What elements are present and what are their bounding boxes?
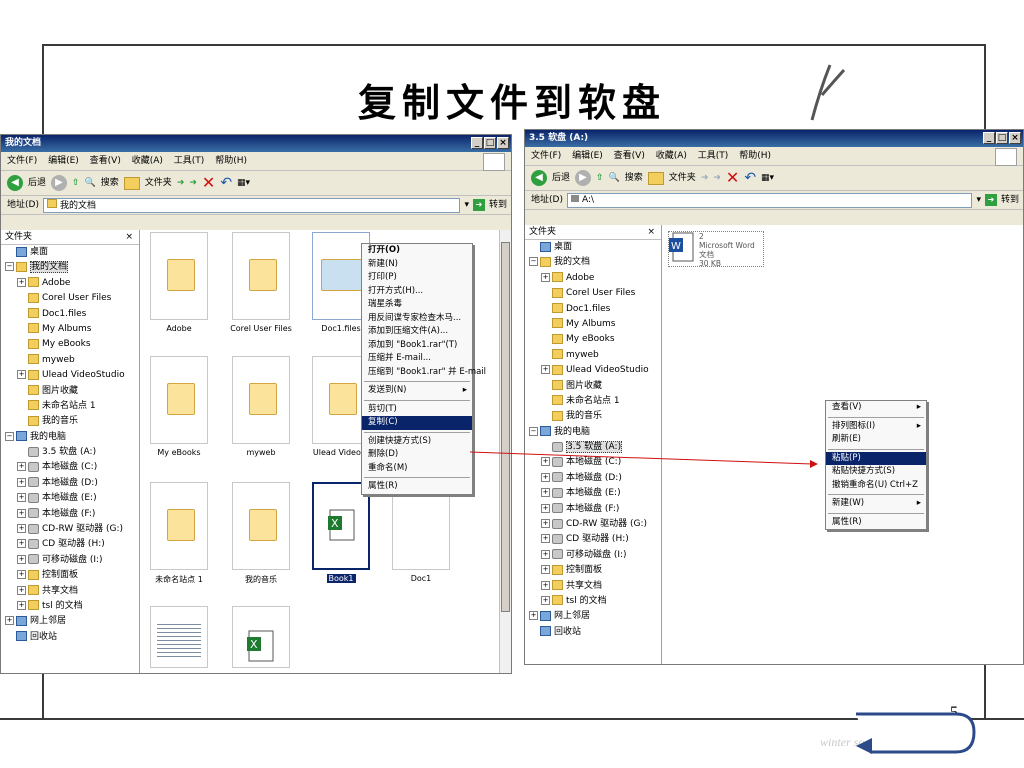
arrow-head xyxy=(810,460,818,468)
return-arrow-icon[interactable] xyxy=(846,708,980,764)
arrow-line xyxy=(469,451,813,465)
copy-to-paste-arrow xyxy=(469,451,818,468)
